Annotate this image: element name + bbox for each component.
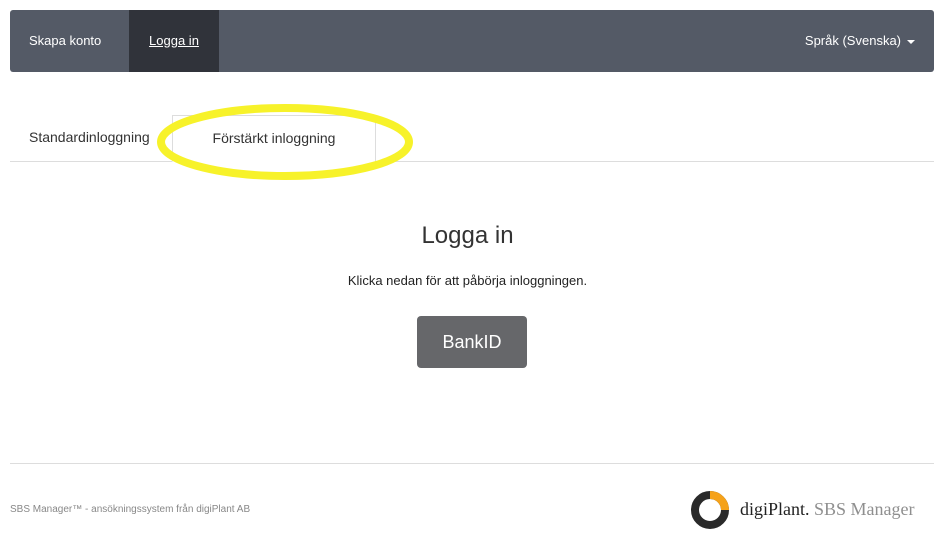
top-navbar: Skapa konto Logga in Språk (Svenska) [10,10,934,72]
logo-product: SBS Manager [814,499,915,519]
logo-text: digiPlant. SBS Manager [740,499,915,520]
login-link[interactable]: Logga in [129,10,219,72]
tab-standard-login[interactable]: Standardinloggning [29,115,179,161]
tab-enhanced-login[interactable]: Förstärkt inloggning [172,115,376,162]
footer-text: SBS Manager™ - ansökningssystem från dig… [10,504,251,515]
login-tabs: Standardinloggning Förstärkt inloggning [10,115,934,162]
digiplant-ring-icon [691,491,729,529]
create-account-link[interactable]: Skapa konto [29,10,101,72]
page-title: Logga in [421,222,514,249]
footer-divider [10,463,934,464]
language-label: Språk (Svenska) [804,33,901,48]
chevron-down-icon [907,39,915,44]
login-instructions: Klicka nedan för att påbörja inloggninge… [347,273,588,288]
bankid-button[interactable]: BankID [417,316,527,368]
logo-brand: digiPlant. [740,499,810,519]
language-dropdown[interactable]: Språk (Svenska) [805,10,915,72]
